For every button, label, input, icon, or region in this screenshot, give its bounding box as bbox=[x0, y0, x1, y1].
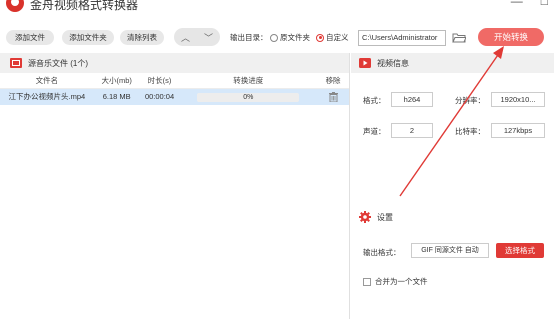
format-value: h264 bbox=[391, 92, 433, 107]
bitrate-label: 比特率： bbox=[455, 127, 485, 136]
progress-text: 0% bbox=[243, 93, 254, 101]
trash-icon[interactable] bbox=[328, 92, 338, 102]
film-icon bbox=[10, 58, 22, 68]
table-row[interactable]: 江下办公视频片头.mp4 6.18 MB 00:00:04 0% bbox=[0, 89, 349, 105]
app-logo-icon bbox=[6, 0, 24, 12]
resolution-label: 分辨率： bbox=[455, 96, 485, 105]
radio-custom-dot[interactable] bbox=[316, 33, 324, 42]
output-format-label: 输出格式： bbox=[363, 248, 401, 257]
minimize-icon[interactable]: — bbox=[511, 0, 523, 8]
merge-label: 合并为一个文件 bbox=[375, 277, 428, 286]
merge-option[interactable]: 合并为一个文件 bbox=[363, 276, 428, 287]
progress-cell: 0% bbox=[180, 92, 318, 102]
remove-cell bbox=[317, 92, 349, 102]
radio-source-folder[interactable]: 原文件夹 bbox=[270, 32, 310, 43]
video-info-header: 视频信息 bbox=[351, 53, 554, 73]
output-dir-label: 输出目录： bbox=[230, 33, 268, 42]
file-list-header: 源音乐文件 (1个) bbox=[0, 53, 349, 73]
video-icon bbox=[359, 58, 371, 68]
radio-custom[interactable]: 自定义 bbox=[316, 32, 349, 43]
settings-header: 设置 bbox=[351, 207, 554, 227]
radio-custom-label: 自定义 bbox=[326, 33, 349, 42]
add-folder-button[interactable]: 添加文件夹 bbox=[62, 30, 114, 45]
channel-value: 2 bbox=[391, 123, 433, 138]
merge-checkbox[interactable] bbox=[363, 277, 371, 286]
radio-source-folder-dot[interactable] bbox=[270, 33, 278, 42]
column-header-duration[interactable]: 时长(s) bbox=[140, 73, 180, 88]
video-info-title: 视频信息 bbox=[377, 58, 409, 68]
maximize-icon[interactable]: □ bbox=[541, 0, 548, 8]
settings-title: 设置 bbox=[377, 212, 393, 222]
file-size-cell: 6.18 MB bbox=[102, 92, 131, 101]
window-controls: — □ bbox=[511, 0, 548, 8]
radio-source-folder-label: 原文件夹 bbox=[280, 33, 310, 42]
info-panel: 视频信息 格式： h264 分辨率： 1920x10... 声道： 2 比特率：… bbox=[351, 53, 554, 319]
channel-label: 声道： bbox=[363, 127, 386, 136]
file-duration-cell: 00:00:04 bbox=[144, 92, 175, 101]
app-title: 金舟视频格式转换器 bbox=[30, 0, 139, 12]
move-order-control: ︿ ﹀ bbox=[174, 28, 220, 46]
column-header-remove: 移除 bbox=[325, 76, 341, 85]
resolution-value: 1920x10... bbox=[491, 92, 545, 107]
progress-bar: 0% bbox=[197, 92, 300, 102]
bitrate-value: 127kbps bbox=[491, 123, 545, 138]
add-file-button[interactable]: 添加文件 bbox=[6, 30, 54, 45]
output-path-input[interactable]: C:\Users\Administrator bbox=[358, 30, 446, 46]
choose-format-button[interactable]: 选择格式 bbox=[496, 243, 544, 258]
column-header-progress[interactable]: 转换进度 bbox=[180, 73, 318, 88]
move-down-icon[interactable]: ﹀ bbox=[204, 31, 213, 44]
format-label: 格式： bbox=[363, 96, 386, 105]
clear-list-button[interactable]: 清除列表 bbox=[120, 30, 164, 45]
file-list-title: 源音乐文件 (1个) bbox=[28, 58, 88, 68]
file-list-panel: 源音乐文件 (1个) 文件名 大小(mb) 时长(s) 转换进度 移除 江下办公… bbox=[0, 53, 350, 319]
folder-open-icon[interactable] bbox=[452, 32, 466, 43]
file-table-header: 文件名 大小(mb) 时长(s) 转换进度 移除 bbox=[0, 73, 349, 89]
column-header-size[interactable]: 大小(mb) bbox=[94, 73, 140, 88]
move-up-icon[interactable]: ︿ bbox=[181, 31, 190, 44]
start-convert-button[interactable]: 开始转换 bbox=[478, 28, 544, 46]
file-name-cell: 江下办公视频片头.mp4 bbox=[8, 92, 86, 101]
gear-icon bbox=[359, 211, 371, 223]
column-header-name[interactable]: 文件名 bbox=[0, 73, 94, 88]
toolbar: 添加文件 添加文件夹 清除列表 ︿ ﹀ 输出目录： 原文件夹 自定义 C:\Us… bbox=[0, 22, 554, 52]
title-bar: 金舟视频格式转换器 — □ bbox=[0, 0, 554, 22]
output-format-field[interactable]: GIF 同源文件 自动 bbox=[411, 243, 489, 258]
